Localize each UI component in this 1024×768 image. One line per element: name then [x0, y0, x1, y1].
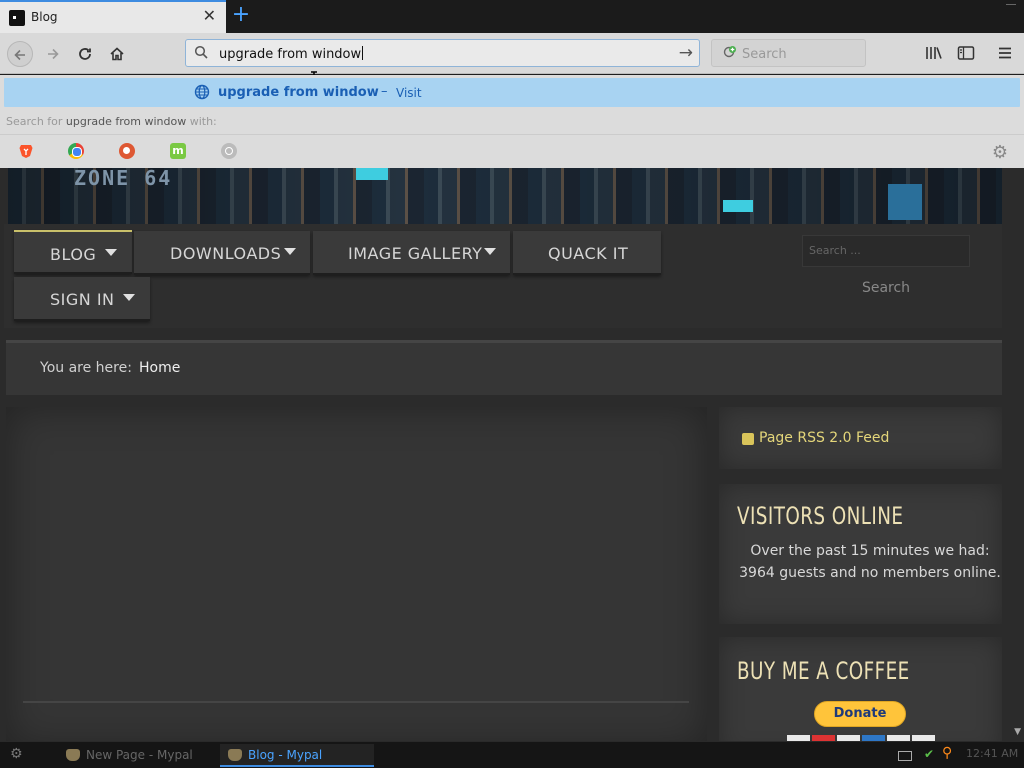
caret-down-icon [105, 249, 117, 256]
visitors-heading: VISITORS ONLINE [737, 502, 904, 530]
tab-close-button[interactable]: ✕ [203, 8, 216, 24]
site-logo[interactable]: ZONE 64 [74, 168, 172, 190]
task-label: New Page - Mypal [86, 748, 193, 762]
breadcrumb-prefix: You are here: [40, 360, 132, 376]
caret-down-icon [123, 294, 135, 301]
library-icon[interactable] [925, 45, 943, 61]
rss-feed-box: Page RSS 2.0 Feed [719, 407, 1002, 469]
globe-icon [194, 84, 210, 100]
home-icon [110, 47, 124, 61]
menu-item-label: IMAGE GALLERY [348, 244, 483, 263]
keyboard-layout-icon[interactable] [898, 751, 912, 761]
banner-sign-decoration [888, 184, 922, 220]
search-bar[interactable]: Search [711, 39, 866, 67]
search-tray-icon[interactable]: ⚲ [942, 745, 952, 761]
caret-down-icon [484, 248, 496, 255]
menu-item-label: DOWNLOADS [170, 244, 282, 263]
url-bar[interactable]: upgrade from window → [185, 39, 700, 67]
visitors-online-box: VISITORS ONLINE Over the past 15 minutes… [719, 484, 1002, 624]
back-button[interactable] [7, 41, 33, 67]
chrome-search-icon[interactable] [68, 143, 84, 159]
menu-item-label: SIGN IN [50, 290, 115, 309]
mypal-icon [66, 749, 80, 761]
back-arrow-icon [14, 49, 25, 61]
start-menu-icon[interactable]: ⚙ [10, 746, 30, 764]
tab-title: Blog [31, 10, 58, 24]
go-arrow-icon[interactable]: → [679, 43, 693, 63]
one-off-search-engines: m ⚙ [0, 134, 1024, 168]
site-banner-image: ZONE 64 [8, 168, 1002, 224]
caret-down-icon [284, 248, 296, 255]
web-page: ZONE 64 BLOG DOWNLOADS IMAGE GALLERY QUA… [0, 168, 1024, 741]
brave-search-icon[interactable] [18, 143, 34, 159]
forward-button[interactable] [40, 41, 66, 67]
sidebar-toggle-icon[interactable] [957, 45, 975, 61]
search-engine-icon [723, 46, 736, 58]
url-input-text[interactable]: upgrade from window [219, 46, 364, 62]
home-button[interactable] [104, 41, 130, 67]
forward-arrow-icon [48, 48, 59, 60]
menu-item-image-gallery[interactable]: IMAGE GALLERY [313, 231, 510, 275]
window-minimize-icon[interactable] [1006, 4, 1016, 7]
menu-item-blog[interactable]: BLOG [14, 230, 132, 274]
taskbar-clock: 12:41 AM [966, 747, 1019, 760]
new-tab-button[interactable]: + [230, 3, 252, 27]
banner-sign-decoration [356, 168, 388, 180]
site-search-button[interactable]: Search [852, 277, 920, 299]
security-shield-icon[interactable]: ✔ [924, 747, 934, 761]
navigation-toolbar: upgrade from window → Search [0, 33, 1024, 89]
search-settings-gear-icon[interactable]: ⚙ [992, 142, 1008, 163]
rss-icon [742, 433, 754, 445]
suggestion-dash: – [381, 84, 388, 99]
reload-button[interactable] [72, 41, 98, 67]
menu-item-label: QUACK IT [548, 244, 629, 263]
task-label: Blog - Mypal [248, 748, 323, 762]
taskbar-item-blog[interactable]: Blog - Mypal [220, 744, 374, 767]
tab-blog[interactable]: Blog ✕ [0, 0, 226, 33]
search-bar-placeholder: Search [742, 47, 787, 62]
suggestion-row[interactable]: upgrade from window – Visit [4, 78, 1020, 107]
content-divider [23, 701, 689, 703]
mypal-icon [228, 749, 242, 761]
reload-icon [79, 48, 91, 60]
main-content-area [6, 407, 707, 741]
site-search-input[interactable]: Search ... [802, 235, 970, 267]
search-with-label: Search for upgrade from window with: [6, 115, 217, 128]
scroll-down-arrow-icon[interactable]: ▼ [1014, 727, 1021, 737]
site-favicon-icon [9, 10, 25, 26]
text-caret [362, 46, 364, 60]
menu-item-sign-in[interactable]: SIGN IN [14, 277, 150, 321]
donate-button[interactable]: Donate [814, 701, 906, 727]
menu-item-quack-it[interactable]: QUACK IT [513, 231, 661, 275]
hamburger-menu-icon[interactable] [996, 45, 1014, 61]
taskbar-item-new-page[interactable]: New Page - Mypal [66, 744, 216, 767]
menu-item-label: BLOG [50, 245, 97, 264]
suggestion-visit-label: Visit [396, 86, 422, 100]
url-autocomplete-dropdown: upgrade from window – Visit Search for u… [0, 75, 1024, 168]
tab-strip: Blog ✕ + [0, 0, 1024, 33]
mojeek-icon[interactable]: m [170, 143, 186, 159]
banner-sign-decoration [723, 200, 753, 212]
buy-me-a-coffee-box: BUY ME A COFFEE Donate [719, 637, 1002, 741]
generic-search-engine-icon[interactable] [221, 143, 237, 159]
coffee-heading: BUY ME A COFFEE [737, 657, 910, 685]
rss-feed-link[interactable]: Page RSS 2.0 Feed [759, 430, 889, 446]
suggestion-text: upgrade from window [218, 85, 379, 100]
os-taskbar: ⚙ New Page - Mypal Blog - Mypal ✔ ⚲ 12:4… [0, 741, 1024, 768]
breadcrumb-home-link[interactable]: Home [139, 360, 180, 376]
visitors-text: Over the past 15 minutes we had: 3964 gu… [739, 543, 1001, 581]
search-icon [194, 45, 208, 59]
breadcrumb: You are here: Home [6, 340, 1002, 395]
duckduckgo-icon[interactable] [119, 143, 135, 159]
menu-item-downloads[interactable]: DOWNLOADS [134, 231, 310, 275]
